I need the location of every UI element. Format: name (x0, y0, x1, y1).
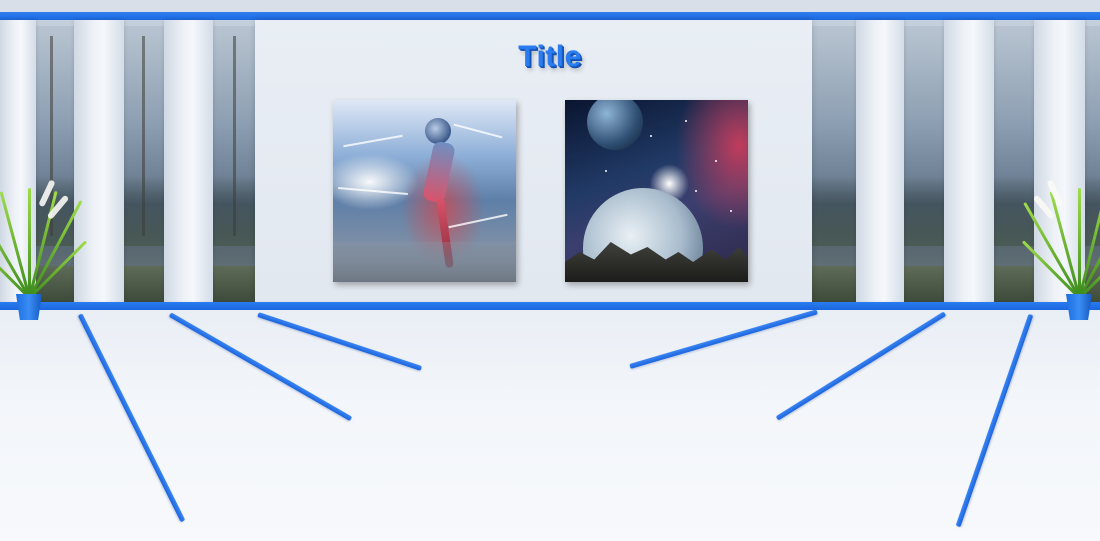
floor (0, 310, 1100, 541)
space-planets-poster[interactable] (565, 100, 748, 282)
road (333, 242, 516, 282)
potted-plant-left (0, 150, 88, 320)
astronaut-helmet (425, 118, 451, 144)
plant-pot (1066, 294, 1092, 320)
plant-pot (16, 294, 42, 320)
ceiling (0, 0, 1100, 12)
page-title: Title (518, 40, 582, 73)
top-blue-rail (0, 12, 1100, 20)
bottom-blue-rail (0, 302, 1100, 310)
astronaut-body (422, 140, 456, 204)
potted-plant-right (1021, 150, 1100, 320)
dark-planet (587, 100, 643, 150)
astronaut-running-poster[interactable] (333, 100, 516, 282)
virtual-gallery-scene: Title (0, 0, 1100, 541)
